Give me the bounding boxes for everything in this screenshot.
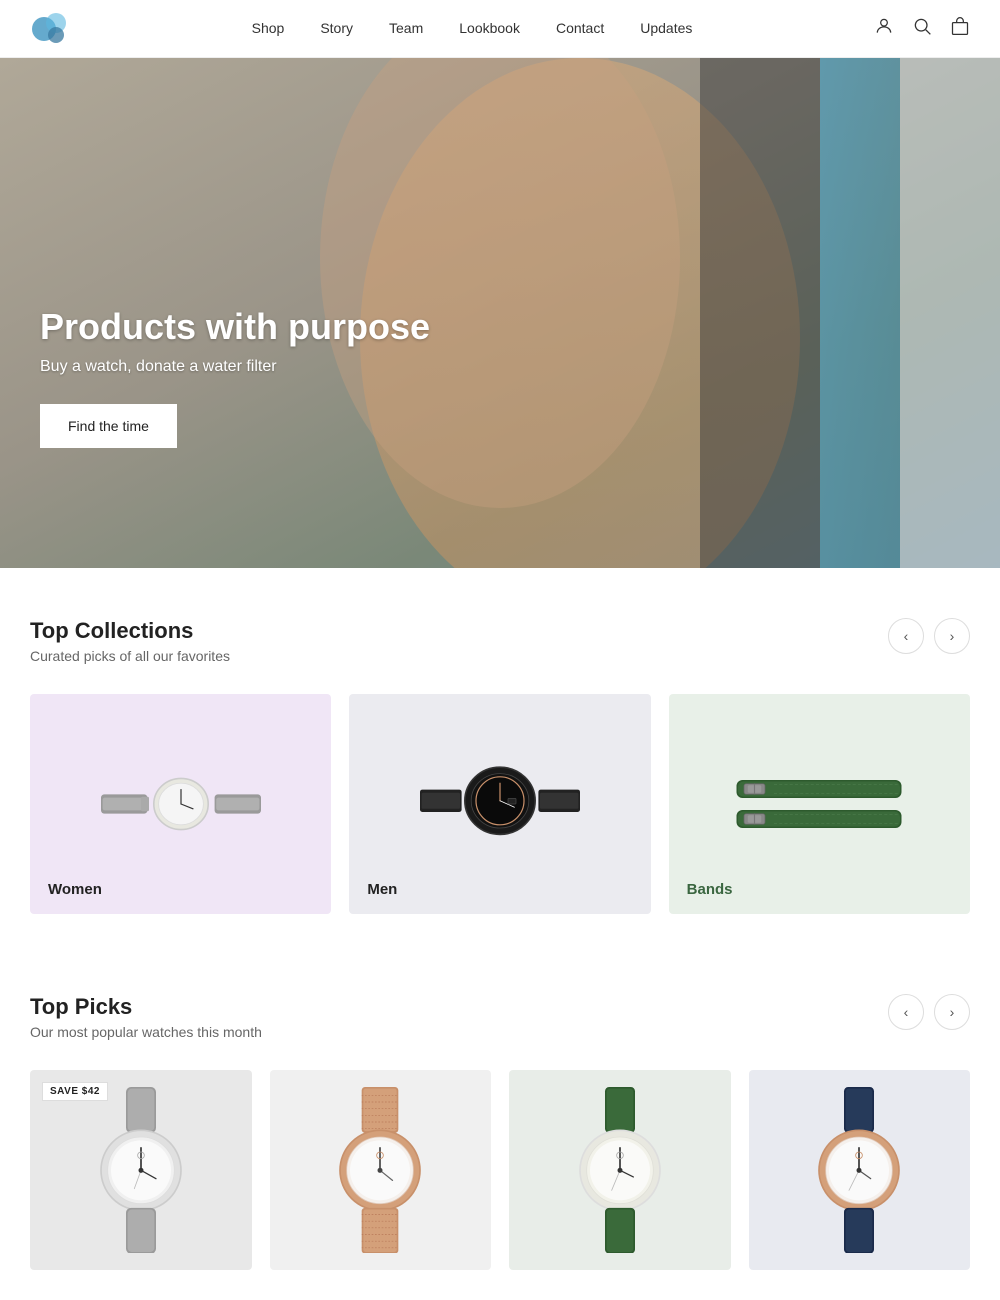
collection-card-bands[interactable]: Bands	[669, 694, 970, 914]
hero-title: Products with purpose	[40, 305, 430, 348]
pick-card-2[interactable]	[270, 1070, 492, 1270]
account-icon[interactable]	[874, 16, 894, 41]
collections-section: Top Collections Curated picks of all our…	[0, 568, 1000, 944]
top-picks-header: Top Picks Our most popular watches this …	[30, 994, 970, 1040]
save-badge-1: SAVE $42	[42, 1082, 108, 1101]
nav-shop[interactable]: Shop	[252, 20, 285, 36]
pick-card-3[interactable]	[509, 1070, 731, 1270]
bag-icon[interactable]	[950, 16, 970, 41]
top-picks-subtitle: Our most popular watches this month	[30, 1024, 262, 1040]
pick-card-1[interactable]: SAVE $42	[30, 1070, 252, 1270]
nav-lookbook[interactable]: Lookbook	[459, 20, 520, 36]
logo[interactable]	[30, 9, 70, 49]
nav-team[interactable]: Team	[389, 20, 423, 36]
top-picks-prev-button[interactable]: ‹	[888, 994, 924, 1030]
pick-card-4[interactable]	[749, 1070, 971, 1270]
collections-header: Top Collections Curated picks of all our…	[30, 618, 970, 664]
collection-card-women[interactable]: Women	[30, 694, 331, 914]
hero-cta-button[interactable]: Find the time	[40, 404, 177, 448]
nav-actions	[874, 16, 970, 41]
collections-prev-button[interactable]: ‹	[888, 618, 924, 654]
top-picks-section: Top Picks Our most popular watches this …	[0, 944, 1000, 1300]
search-icon[interactable]	[912, 16, 932, 41]
collections-carousel-controls: ‹ ›	[888, 618, 970, 654]
collections-next-button[interactable]: ›	[934, 618, 970, 654]
top-picks-next-button[interactable]: ›	[934, 994, 970, 1030]
nav-contact[interactable]: Contact	[556, 20, 604, 36]
collections-title-group: Top Collections Curated picks of all our…	[30, 618, 230, 664]
hero-section: Products with purpose Buy a watch, donat…	[0, 58, 1000, 568]
collections-grid: Women	[30, 694, 970, 914]
nav-updates[interactable]: Updates	[640, 20, 692, 36]
top-picks-title: Top Picks	[30, 994, 262, 1020]
collections-title: Top Collections	[30, 618, 230, 644]
top-picks-title-group: Top Picks Our most popular watches this …	[30, 994, 262, 1040]
top-picks-grid: SAVE $42	[30, 1070, 970, 1270]
top-picks-carousel-controls: ‹ ›	[888, 994, 970, 1030]
collection-card-men[interactable]: Men	[349, 694, 650, 914]
men-card-label: Men	[349, 865, 650, 914]
collections-subtitle: Curated picks of all our favorites	[30, 648, 230, 664]
nav-story[interactable]: Story	[320, 20, 353, 36]
navbar: Shop Story Team Lookbook Contact Updates	[0, 0, 1000, 58]
women-card-label: Women	[30, 865, 331, 914]
hero-subtitle: Buy a watch, donate a water filter	[40, 358, 430, 376]
bands-card-label: Bands	[669, 865, 970, 914]
hero-content: Products with purpose Buy a watch, donat…	[40, 305, 430, 448]
nav-links: Shop Story Team Lookbook Contact Updates	[252, 20, 693, 38]
